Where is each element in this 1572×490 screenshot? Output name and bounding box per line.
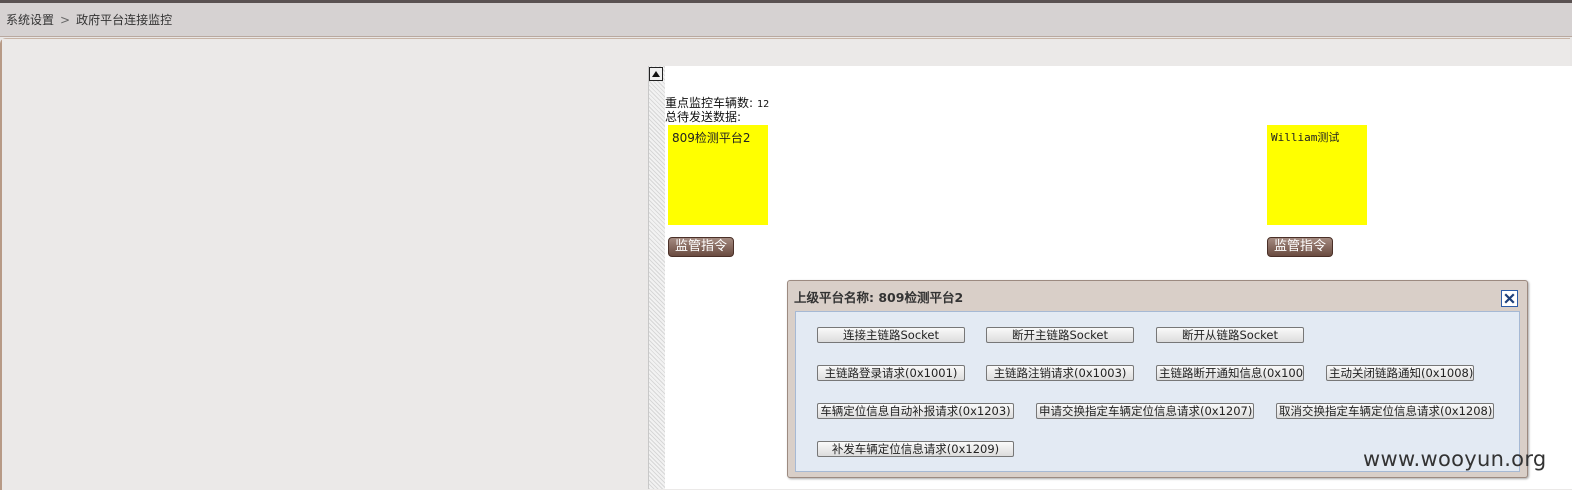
breadcrumb: 系统设置 > 政府平台连接监控 [0, 3, 1572, 37]
triangle-up-icon [652, 71, 660, 77]
supervision-command-button[interactable]: 监管指令 [668, 237, 734, 257]
active-close-link-notice-button[interactable]: 主动关闭链路通知(0x1008) [1326, 365, 1474, 381]
platform-name: 809检测平台2 [672, 131, 751, 145]
close-button[interactable] [1501, 290, 1518, 307]
breadcrumb-separator: > [60, 12, 71, 27]
apply-exchange-request-button[interactable]: 申请交换指定车辆定位信息请求(0x1207) [1036, 403, 1254, 419]
left-pane [2, 39, 648, 489]
platform-card[interactable]: 809检测平台2 [668, 125, 768, 225]
pending-data-row: 总待发送数据: [665, 111, 769, 123]
supervision-command-button[interactable]: 监管指令 [1267, 237, 1333, 257]
monitored-vehicles-value: 12 [757, 99, 770, 110]
dialog-title: 上级平台名称: 809检测平台2 [794, 290, 964, 305]
main-link-disconnect-notice-button[interactable]: 主链路断开通知信息(0x100 [1156, 365, 1304, 381]
collapse-button[interactable] [649, 67, 663, 81]
pane-splitter[interactable] [648, 66, 665, 489]
connect-main-link-button[interactable]: 连接主链路Socket [817, 327, 965, 343]
stats-block: 重点监控车辆数: 12 总待发送数据: [665, 97, 769, 123]
watermark: www.wooyun.org [1363, 447, 1547, 471]
cancel-exchange-request-button[interactable]: 取消交换指定车辆定位信息请求(0x1208) [1276, 403, 1494, 419]
pending-data-label: 总待发送数据: [665, 110, 742, 124]
main-link-login-button[interactable]: 主链路登录请求(0x1001) [817, 365, 965, 381]
disconnect-main-link-button[interactable]: 断开主链路Socket [986, 327, 1134, 343]
monitored-vehicles-label: 重点监控车辆数: [665, 96, 754, 110]
monitored-vehicles-row: 重点监控车辆数: 12 [665, 97, 769, 111]
breadcrumb-item-settings[interactable]: 系统设置 [6, 11, 54, 28]
platform-card[interactable]: William测试 [1267, 125, 1367, 225]
platform-name: William测试 [1271, 131, 1340, 144]
breadcrumb-item-current: 政府平台连接监控 [76, 13, 173, 27]
close-x-icon [1504, 293, 1515, 304]
main-link-logout-button[interactable]: 主链路注销请求(0x1003) [986, 365, 1134, 381]
resend-location-request-button[interactable]: 补发车辆定位信息请求(0x1209) [817, 441, 1014, 457]
disconnect-sub-link-button[interactable]: 断开从链路Socket [1156, 327, 1304, 343]
auto-report-request-button[interactable]: 车辆定位信息自动补报请求(0x1203) [817, 403, 1014, 419]
